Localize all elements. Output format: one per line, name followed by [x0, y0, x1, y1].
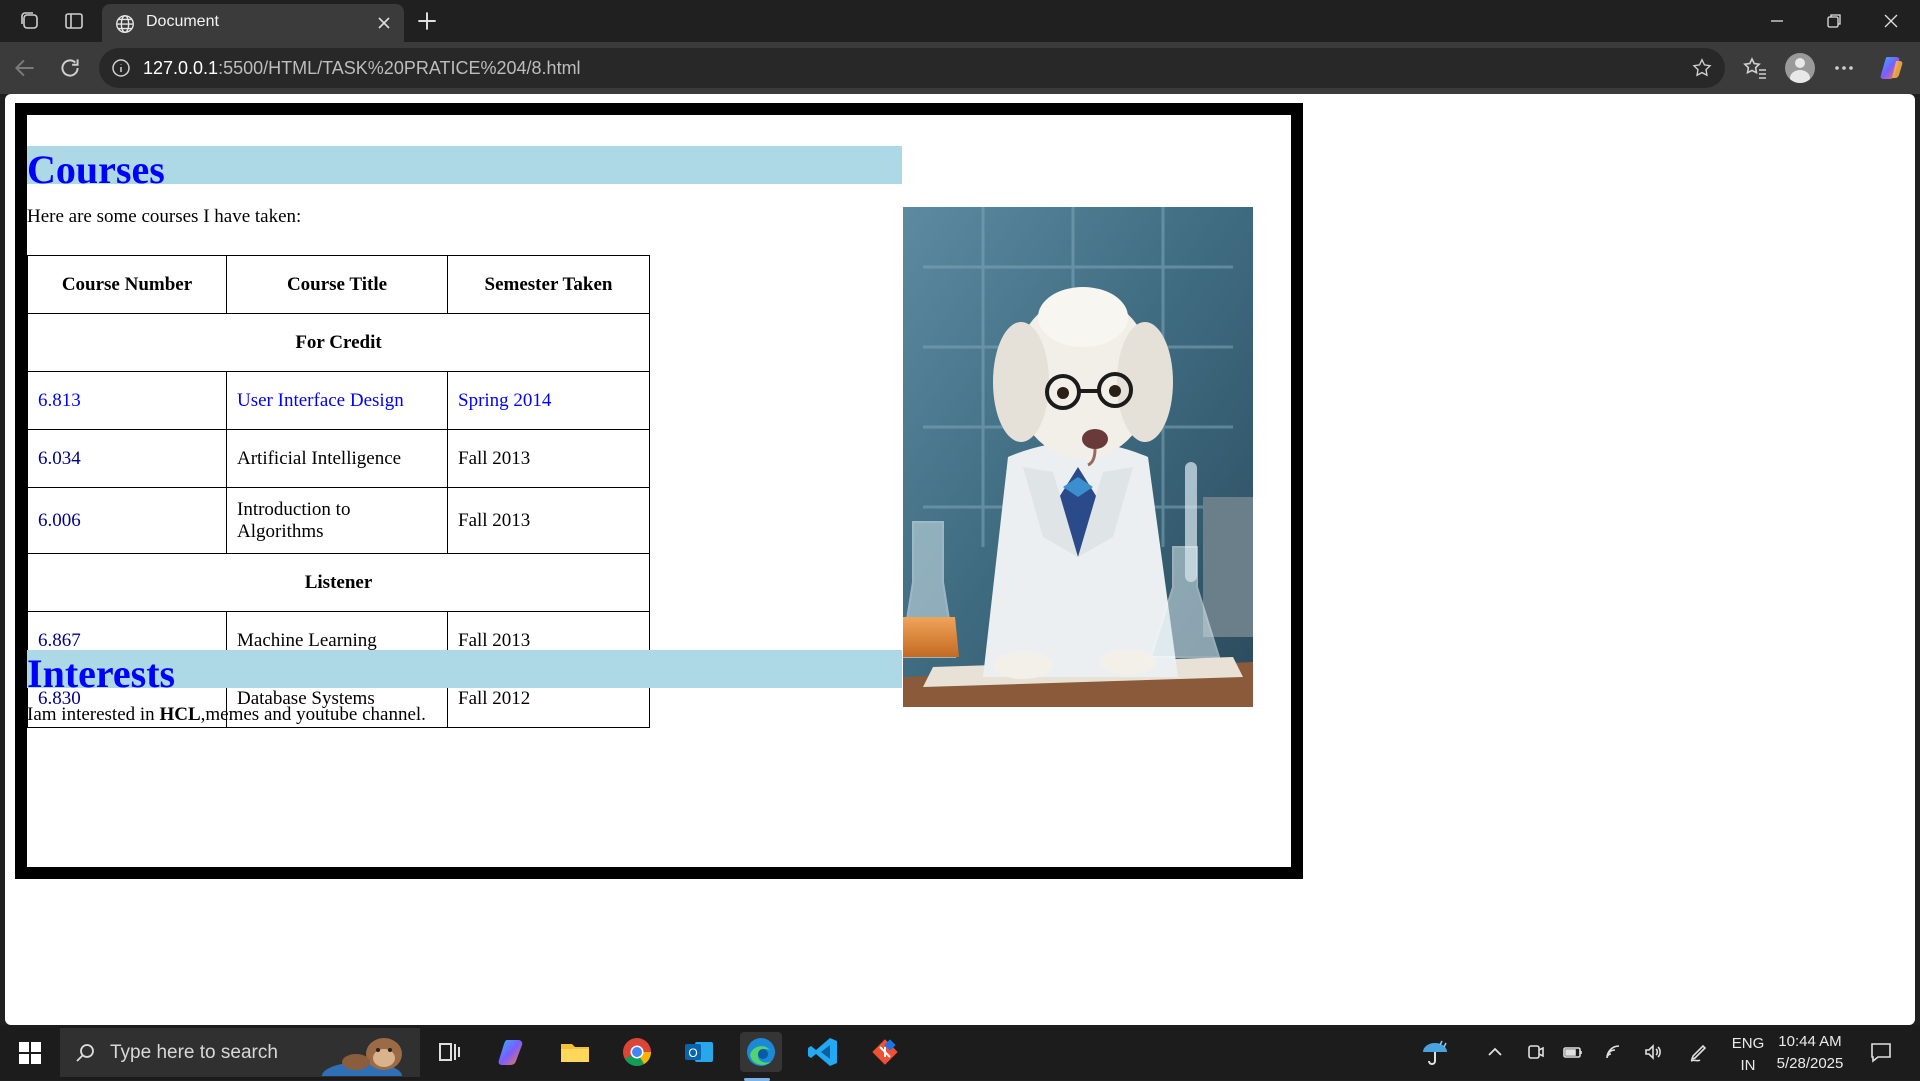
- address-bar[interactable]: 127.0.0.1:5500/HTML/TASK%20PRATICE%204/8…: [99, 48, 1725, 88]
- language-code: ENG: [1731, 1035, 1765, 1052]
- weather-icon[interactable]: [1420, 1037, 1450, 1067]
- page-content: Courses Here are some courses I have tak…: [27, 115, 1291, 867]
- header-course-number: Course Number: [27, 255, 227, 314]
- header-course-title: Course Title: [226, 255, 448, 314]
- search-icon: [76, 1044, 94, 1062]
- group-label: For Credit: [27, 313, 650, 372]
- workspaces-icon[interactable]: [18, 9, 42, 33]
- copilot-app-icon[interactable]: [496, 1035, 530, 1069]
- git-icon[interactable]: [868, 1035, 902, 1069]
- info-icon[interactable]: [111, 58, 131, 78]
- file-explorer-icon[interactable]: [558, 1035, 592, 1069]
- url-host: 127.0.0.1: [143, 58, 219, 78]
- table-row: 6.034 Artificial Intelligence Fall 2013: [27, 429, 650, 488]
- interests-heading: Interests: [27, 651, 176, 696]
- group-row-for-credit: For Credit: [27, 313, 650, 372]
- plus-icon[interactable]: [414, 8, 440, 34]
- battery-icon[interactable]: [1562, 1041, 1584, 1063]
- table-row: 6.813 User Interface Design Spring 2014: [27, 371, 650, 430]
- svg-text:O: O: [688, 1046, 697, 1060]
- clock-date: 5/28/2025: [1776, 1055, 1844, 1072]
- globe-icon: [116, 15, 134, 33]
- vscode-icon[interactable]: [806, 1035, 840, 1069]
- notification-icon[interactable]: [1868, 1039, 1894, 1065]
- url-path: :5500/HTML/TASK%20PRATICE%204/8.html: [218, 58, 581, 78]
- refresh-icon[interactable]: [57, 55, 83, 81]
- task-view-icon[interactable]: [432, 1035, 466, 1069]
- dog-scientist-image: [903, 207, 1253, 707]
- course-semester: Fall 2013: [447, 487, 650, 554]
- windows-taskbar: Type here to search O ENG IN 10:44 AM 5/…: [0, 1025, 1920, 1081]
- region-code: IN: [1740, 1057, 1756, 1074]
- page-frame: Courses Here are some courses I have tak…: [15, 103, 1303, 879]
- otter-illustration-icon: [322, 1038, 402, 1076]
- interests-heading-bar: Interests: [27, 650, 902, 696]
- outlook-icon[interactable]: O: [682, 1035, 716, 1069]
- course-semester: Spring 2014: [447, 371, 650, 430]
- pen-icon[interactable]: [1688, 1041, 1710, 1063]
- clock-time: 10:44 AM: [1778, 1033, 1842, 1050]
- table-row: 6.006 Introduction to Algorithms Fall 20…: [27, 487, 650, 554]
- meet-icon[interactable]: [1524, 1041, 1546, 1063]
- star-icon[interactable]: [1691, 57, 1713, 79]
- course-number: 6.813: [27, 371, 227, 430]
- chevron-up-icon[interactable]: [1484, 1041, 1506, 1063]
- language-indicator[interactable]: ENG IN: [1730, 1035, 1766, 1074]
- volume-icon[interactable]: [1642, 1041, 1664, 1063]
- taskbar-search[interactable]: Type here to search: [60, 1028, 420, 1077]
- tab-actions-icon[interactable]: [62, 9, 86, 33]
- profile-icon[interactable]: [1785, 53, 1815, 83]
- table-header-row: Course Number Course Title Semester Take…: [27, 255, 650, 314]
- copilot-icon[interactable]: [1878, 54, 1906, 82]
- group-row-listener: Listener: [27, 553, 650, 612]
- interests-text: Iam interested in HCL,memes and youtube …: [27, 704, 426, 726]
- course-title: Introduction to Algorithms: [226, 487, 448, 554]
- more-icon[interactable]: [1830, 54, 1858, 82]
- url-text[interactable]: 127.0.0.1:5500/HTML/TASK%20PRATICE%204/8…: [143, 58, 581, 79]
- intro-text: Here are some courses I have taken:: [27, 206, 302, 227]
- wifi-icon[interactable]: [1604, 1041, 1626, 1063]
- windows-start-icon[interactable]: [18, 1041, 42, 1065]
- interests-text-bold: HCL: [159, 704, 201, 725]
- interests-text-pre: Iam interested in: [27, 704, 160, 725]
- courses-heading: Courses: [27, 147, 165, 192]
- page-viewport: Courses Here are some courses I have tak…: [5, 94, 1915, 1025]
- search-placeholder: Type here to search: [110, 1042, 278, 1063]
- restore-icon[interactable]: [1823, 10, 1845, 32]
- back-icon[interactable]: [12, 55, 38, 81]
- browser-title-bar: Document: [0, 0, 1920, 42]
- clock[interactable]: 10:44 AM 5/28/2025: [1772, 1033, 1848, 1072]
- edge-taskbar-button[interactable]: [740, 1032, 782, 1081]
- course-title: User Interface Design: [226, 371, 448, 430]
- group-label: Listener: [27, 553, 650, 612]
- course-title: Artificial Intelligence: [226, 429, 448, 488]
- course-number: 6.006: [27, 487, 227, 554]
- courses-heading-bar: Courses: [27, 146, 902, 192]
- course-semester: Fall 2013: [447, 429, 650, 488]
- browser-toolbar: 127.0.0.1:5500/HTML/TASK%20PRATICE%204/8…: [0, 42, 1920, 94]
- close-icon[interactable]: [376, 15, 392, 31]
- edge-icon: [747, 1038, 775, 1066]
- course-number: 6.034: [27, 429, 227, 488]
- tab-title: Document: [146, 13, 219, 30]
- window-close-icon[interactable]: [1880, 10, 1902, 32]
- favorites-icon[interactable]: [1741, 54, 1769, 82]
- minimize-icon[interactable]: [1766, 10, 1788, 32]
- chrome-icon[interactable]: [620, 1035, 654, 1069]
- browser-tab-active[interactable]: Document: [102, 4, 404, 42]
- interests-text-post: ,memes and youtube channel.: [200, 704, 426, 725]
- header-semester: Semester Taken: [447, 255, 650, 314]
